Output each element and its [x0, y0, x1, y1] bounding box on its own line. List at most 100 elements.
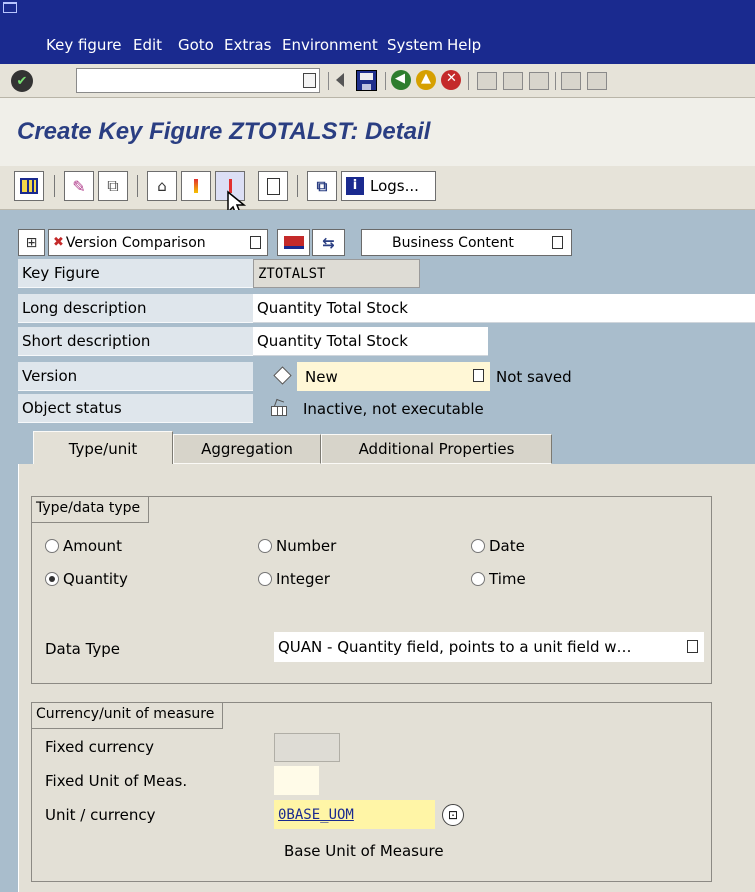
blank-page-icon	[266, 177, 280, 195]
save-status-text: Not saved	[496, 368, 572, 386]
radio-dot-selected	[45, 572, 59, 586]
logs-label: Logs...	[370, 177, 419, 195]
toolbar-separator	[54, 175, 55, 197]
create-document-button[interactable]	[258, 171, 288, 201]
dropdown-icon	[687, 640, 698, 653]
hierarchy-icon: ⌂	[157, 177, 167, 195]
currency-unit-title: Currency/unit of measure	[32, 703, 224, 729]
version-compare-icon: ✖	[53, 235, 64, 250]
arrows-icon: ⇆	[322, 233, 335, 252]
save-icon[interactable]	[356, 70, 377, 91]
menu-bar	[0, 0, 755, 64]
enter-check-icon[interactable]: ✔	[11, 70, 33, 92]
toolbar-separator	[385, 72, 386, 90]
key-figure-label: Key Figure	[18, 259, 253, 288]
radio-date[interactable]: Date	[471, 537, 525, 555]
exit-icon[interactable]: ▲	[416, 70, 436, 90]
short-description-label: Short description	[18, 327, 253, 356]
print-icon[interactable]	[477, 72, 497, 90]
previous-page-icon[interactable]	[587, 72, 607, 90]
long-description-field[interactable]: Quantity Total Stock	[253, 294, 755, 323]
metadata-button[interactable]: ⇆	[312, 229, 345, 256]
radio-amount-label: Amount	[63, 537, 122, 555]
radio-dot	[258, 539, 272, 553]
fixed-currency-label: Fixed currency	[45, 738, 154, 756]
check-button[interactable]: ✎	[64, 171, 94, 201]
toolbar-separator	[555, 72, 556, 90]
version-comparison-button[interactable]: ✖ Version Comparison	[48, 229, 268, 256]
check-pencil-icon: ✎	[72, 176, 86, 196]
version-label: Version	[18, 362, 253, 391]
object-status-label: Object status	[18, 394, 253, 423]
structure-button[interactable]: ⊞	[18, 229, 45, 256]
menu-edit[interactable]: Edit	[133, 36, 162, 54]
tab-additional-properties[interactable]: Additional Properties	[321, 434, 552, 464]
toolbar-separator	[468, 72, 469, 90]
business-content-label: Business Content	[392, 234, 514, 251]
find-next-icon[interactable]	[529, 72, 549, 90]
tree-structure-icon: ⊞	[25, 234, 38, 251]
table-grid-icon	[20, 178, 38, 194]
command-history-icon[interactable]	[303, 73, 316, 88]
tab-type-unit[interactable]: Type/unit	[33, 431, 173, 465]
toolbar-separator	[297, 175, 298, 197]
scroll-left-icon[interactable]	[336, 73, 344, 87]
data-type-dropdown[interactable]: QUAN - Quantity field, points to a unit …	[274, 632, 704, 662]
radio-quantity[interactable]: Quantity	[45, 570, 128, 588]
business-content-button[interactable]: Business Content	[361, 229, 572, 256]
technical-name-button[interactable]	[181, 171, 211, 201]
key-figure-value: ZTOTALST	[253, 259, 420, 288]
menu-environment[interactable]: Environment	[282, 36, 378, 54]
long-description-label: Long description	[18, 294, 253, 323]
fixed-unit-label: Fixed Unit of Meas.	[45, 772, 188, 790]
inactive-object-icon	[271, 398, 289, 416]
system-menu-icon[interactable]	[3, 2, 17, 13]
radio-date-label: Date	[489, 537, 525, 555]
display-toggle-button[interactable]	[14, 171, 44, 201]
radio-number-label: Number	[276, 537, 337, 555]
marker-icon	[194, 179, 198, 193]
radio-dot	[258, 572, 272, 586]
radio-quantity-label: Quantity	[63, 570, 128, 588]
radio-number[interactable]: Number	[258, 537, 336, 555]
transport-button[interactable]	[277, 229, 310, 256]
type-data-type-title: Type/data type	[32, 497, 150, 523]
dropdown-icon	[250, 236, 261, 249]
data-type-label: Data Type	[45, 640, 121, 658]
toolbar-separator	[137, 175, 138, 197]
copy-icon: ⧉	[316, 177, 328, 195]
tab-aggregation[interactable]: Aggregation	[173, 434, 321, 464]
fixed-unit-field[interactable]	[274, 766, 319, 795]
activate-button[interactable]: ⧉	[98, 171, 128, 201]
radio-integer[interactable]: Integer	[258, 570, 330, 588]
page-title: Create Key Figure ZTOTALST: Detail	[17, 118, 431, 145]
truck-icon	[283, 236, 304, 249]
info-icon: i	[346, 177, 364, 195]
version-dropdown[interactable]: New	[297, 362, 490, 391]
radio-time-label: Time	[489, 570, 526, 588]
radio-amount[interactable]: Amount	[45, 537, 122, 555]
object-status-value: Inactive, not executable	[303, 400, 484, 418]
navigate-details-icon[interactable]: ⊡	[442, 804, 464, 826]
dropdown-icon	[552, 236, 563, 249]
toolbar-separator	[328, 72, 329, 90]
radio-integer-label: Integer	[276, 570, 330, 588]
dropdown-icon	[473, 369, 484, 382]
first-page-icon[interactable]	[561, 72, 581, 90]
where-used-button[interactable]: ⌂	[147, 171, 177, 201]
menu-system[interactable]: System	[387, 36, 443, 54]
logs-button[interactable]: i Logs...	[341, 171, 436, 201]
find-icon[interactable]	[503, 72, 523, 90]
command-field[interactable]	[76, 68, 320, 93]
copy-object-button[interactable]: ⧉	[307, 171, 337, 201]
menu-help[interactable]: Help	[447, 36, 481, 54]
back-icon[interactable]: ◀	[391, 70, 411, 90]
unit-currency-description: Base Unit of Measure	[284, 842, 444, 860]
menu-extras[interactable]: Extras	[224, 36, 271, 54]
cancel-icon[interactable]: ✕	[441, 70, 461, 90]
menu-key-figure[interactable]: Key figure	[46, 36, 122, 54]
radio-time[interactable]: Time	[471, 570, 526, 588]
menu-goto[interactable]: Goto	[178, 36, 214, 54]
short-description-field[interactable]: Quantity Total Stock	[253, 327, 488, 356]
unit-currency-field[interactable]: 0BASE_UOM	[274, 800, 435, 829]
